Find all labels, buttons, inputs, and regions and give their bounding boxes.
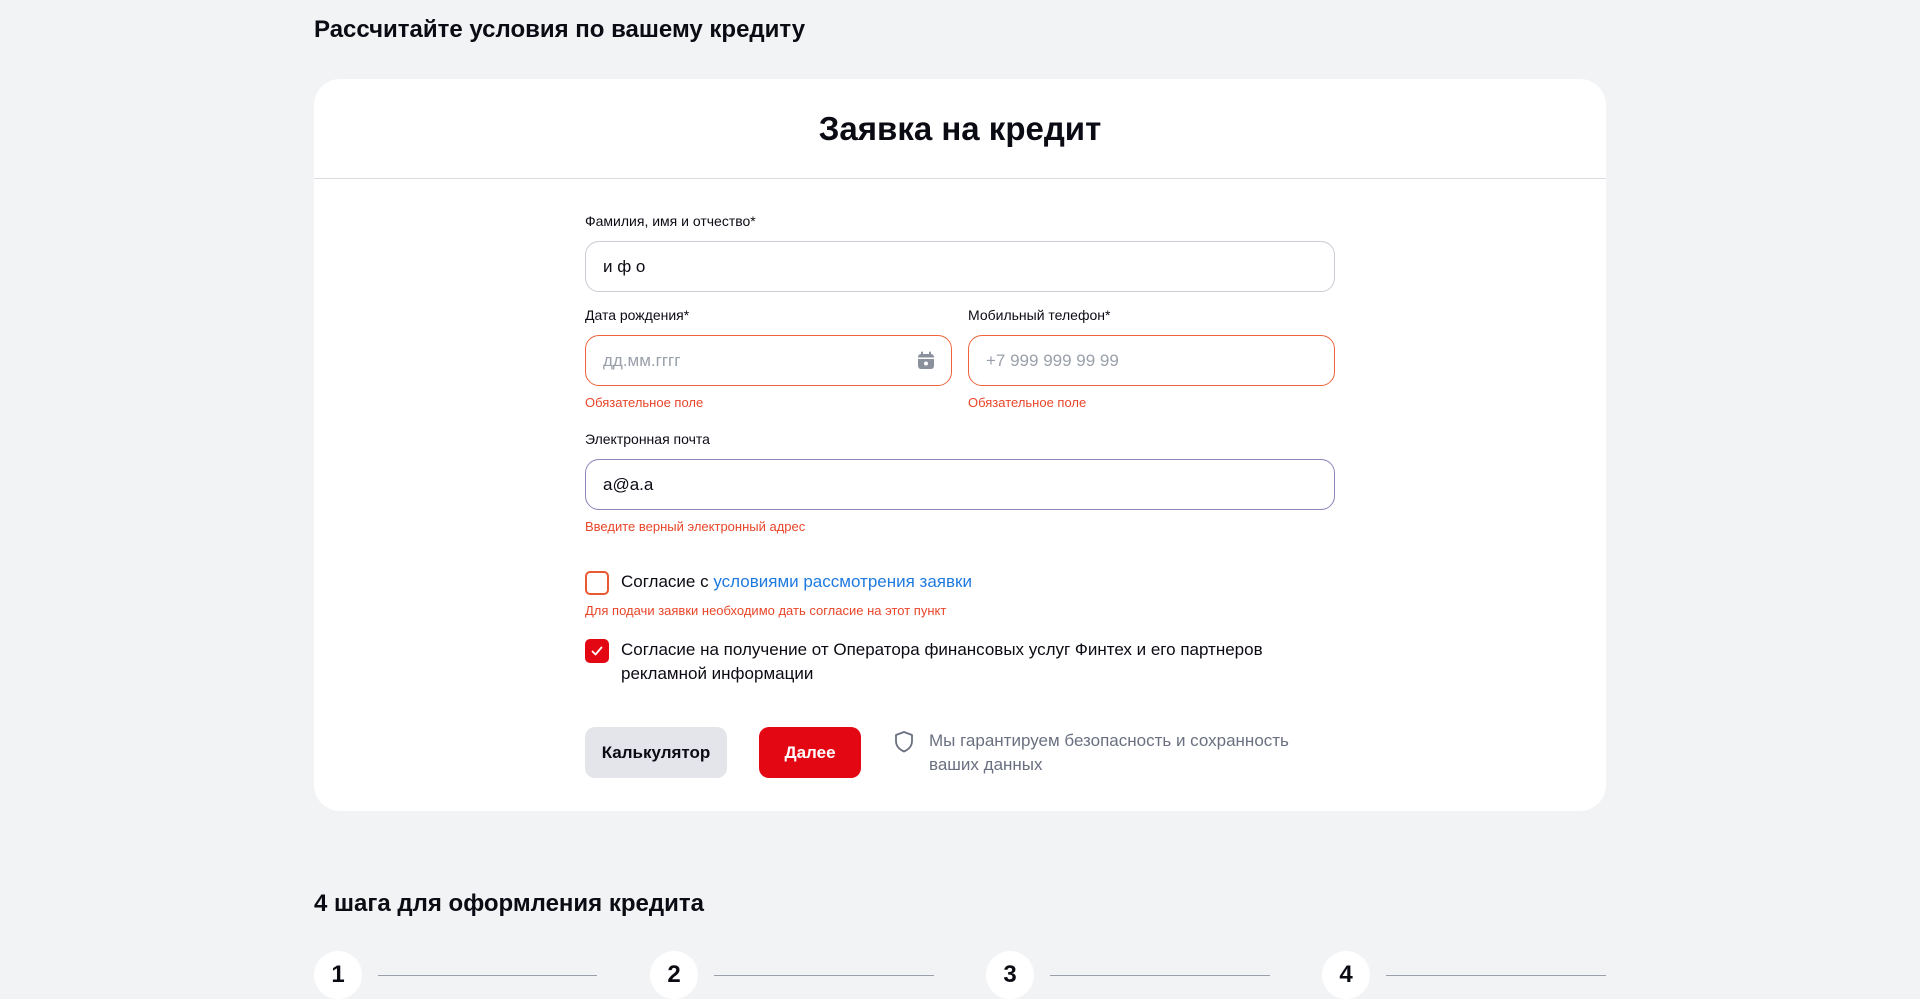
checkmark-icon xyxy=(591,646,603,656)
step-3-number: 3 xyxy=(986,951,1034,999)
section-title: Рассчитайте условия по вашему кредиту xyxy=(314,16,806,43)
phone-error: Обязательное поле xyxy=(968,395,1087,410)
birthdate-input[interactable]: дд.мм.гггг xyxy=(585,335,952,386)
step-2-number: 2 xyxy=(650,951,698,999)
next-button[interactable]: Далее xyxy=(759,727,861,778)
phone-label: Мобильный телефон* xyxy=(968,307,1111,323)
email-label: Электронная почта xyxy=(585,431,710,447)
fio-value: и ф о xyxy=(603,256,646,276)
consent-terms-text: Согласие с xyxy=(621,572,714,591)
birthdate-placeholder: дд.мм.гггг xyxy=(603,350,681,370)
calculator-button[interactable]: Калькулятор xyxy=(585,727,727,778)
step-4-number: 4 xyxy=(1322,951,1370,999)
consent-terms-error: Для подачи заявки необходимо дать соглас… xyxy=(585,603,947,618)
security-note: Мы гарантируем безопасность и сохранност… xyxy=(929,731,1289,774)
email-error: Введите верный электронный адрес xyxy=(585,519,806,534)
email-input[interactable]: a@a.a xyxy=(585,459,1335,510)
step-2-line xyxy=(714,975,934,976)
terms-link[interactable]: условиями рассмотрения заявки xyxy=(713,572,972,591)
consent-ads-checkbox[interactable] xyxy=(585,639,609,663)
consent-terms-label: Согласие с условиями рассмотрения заявки xyxy=(621,570,972,594)
shield-icon xyxy=(895,731,913,753)
phone-placeholder: +7 999 999 99 99 xyxy=(986,350,1119,370)
email-value: a@a.a xyxy=(603,474,654,494)
card-header: Заявка на кредит xyxy=(314,79,1606,179)
step-1-number: 1 xyxy=(314,951,362,999)
steps-title: 4 шага для оформления кредита xyxy=(314,890,704,917)
consent-terms-checkbox[interactable] xyxy=(585,571,609,595)
consent-ads-label: Согласие на получение от Оператора финан… xyxy=(621,640,1263,683)
form-title: Заявка на кредит xyxy=(818,109,1102,147)
birthdate-label: Дата рождения* xyxy=(585,307,690,323)
birthdate-error: Обязательное поле xyxy=(585,395,704,410)
step-4-line xyxy=(1386,975,1606,976)
step-1-line xyxy=(378,975,597,976)
phone-input[interactable]: +7 999 999 99 99 xyxy=(968,335,1335,386)
step-3-line xyxy=(1050,975,1270,976)
credit-application-card: Заявка на кредит Фамилия, имя и отчество… xyxy=(314,79,1606,811)
calendar-icon[interactable] xyxy=(917,351,935,371)
fio-input[interactable]: и ф о xyxy=(585,241,1335,292)
fio-label: Фамилия, имя и отчество* xyxy=(585,213,756,229)
